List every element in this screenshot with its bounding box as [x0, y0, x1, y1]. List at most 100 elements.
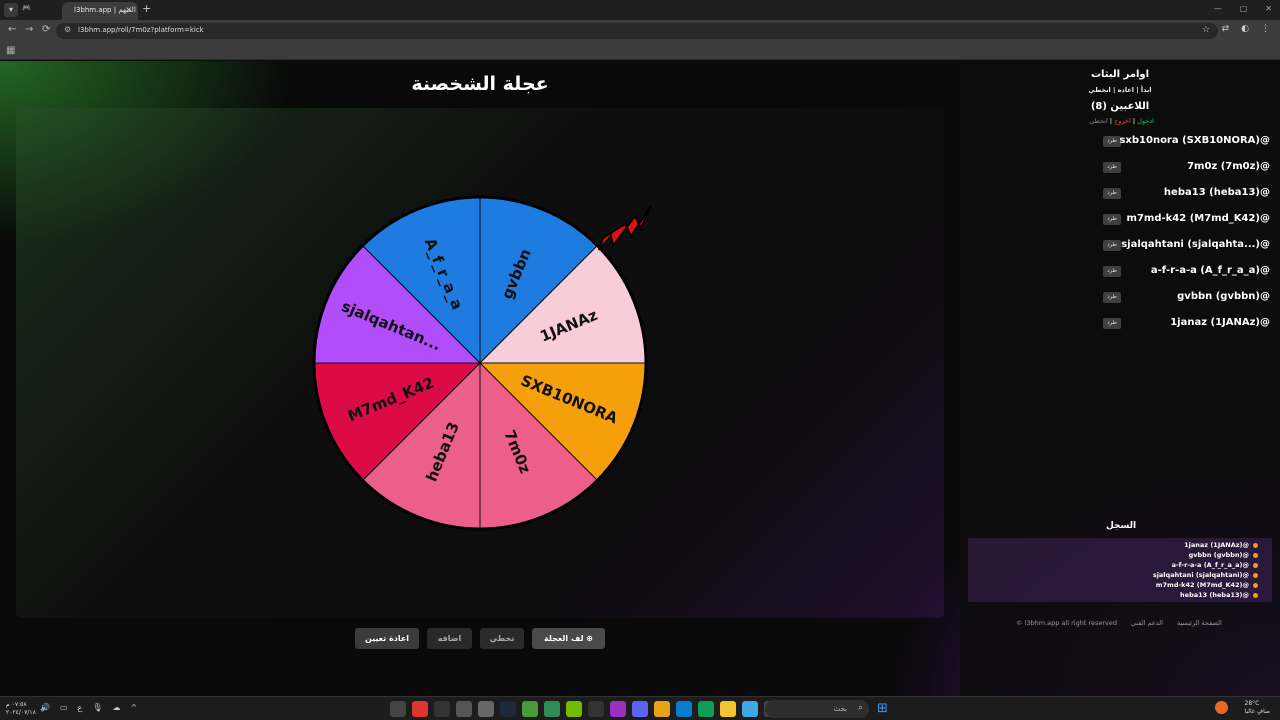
menu-icon[interactable]: ⋮	[1261, 24, 1270, 34]
app-icon[interactable]	[676, 701, 692, 717]
player-name: gvbbn (gvbbn)@	[1177, 291, 1270, 302]
nvidia-icon[interactable]	[566, 701, 582, 717]
chevron-up-icon[interactable]: ^	[130, 703, 137, 712]
discord-icon[interactable]	[632, 701, 648, 717]
app-icon[interactable]	[456, 701, 472, 717]
xbox-icon[interactable]	[544, 701, 560, 717]
active-tab[interactable]: l3bhm.app | العبهم ×	[62, 2, 138, 20]
footer: الصفحة الرئيسية الدعم الفني l3bhm.app al…	[1016, 619, 1222, 627]
app-icon[interactable]	[390, 701, 406, 717]
kick-button[interactable]: طرد	[1103, 266, 1121, 277]
page-title: عجلة الشخصنة	[411, 73, 549, 95]
kick-button[interactable]: طرد	[1103, 188, 1121, 199]
clock-time: ٠٧:٥٨ م	[6, 701, 27, 708]
new-tab-button[interactable]: +	[142, 3, 151, 15]
player-name: heba13 (heba13)@	[1163, 187, 1270, 198]
player-row: طرد a-f-r-a-a (A_f_r_a_a)@	[970, 265, 1270, 279]
weather-temp: 28°C	[1244, 700, 1260, 707]
app-icon[interactable]	[742, 701, 758, 717]
taskbar-search[interactable]: بحث ⌕	[765, 700, 869, 718]
profile-icon[interactable]: ◐	[1241, 24, 1249, 34]
close-tab-icon[interactable]: ×	[125, 5, 132, 14]
taskbar-clock[interactable]: ٠٧:٥٨ م ٢٠٢٤/٠٧/١٨	[6, 701, 36, 717]
log-dot-icon	[1253, 572, 1258, 578]
join-command: ادخول	[1137, 117, 1154, 125]
player-row: طرد 1janaz (1JANAz)@	[970, 317, 1270, 331]
maximize-icon[interactable]: ▢	[1240, 4, 1248, 13]
player-row: طرد sjalqahtani (sjalqahta...)@	[970, 239, 1270, 253]
log-text: sjalqahtani (sjalqahtani)@	[1152, 571, 1249, 579]
url-field[interactable]: ⚙ l3bhm.app/roll/7m0z?platform=kick ☆	[56, 23, 1218, 39]
weather-icon[interactable]	[1215, 701, 1228, 714]
log-item: a-f-r-a-a (A_f_r_a_a)@	[1172, 561, 1258, 569]
forward-icon[interactable]: →	[25, 24, 33, 35]
app-icon[interactable]	[412, 701, 428, 717]
bookmark-star-icon[interactable]: ☆	[1202, 25, 1210, 35]
spin-button[interactable]: لف العجلة ⊕	[532, 628, 605, 649]
reset-button[interactable]: اعادة تعيين	[355, 628, 419, 649]
volume-icon[interactable]: 🔊	[40, 703, 50, 712]
log-text: 1janaz (1JANAz)@	[1184, 541, 1249, 549]
weather-desc: صافٍ غالبا	[1244, 708, 1270, 715]
log-item: heba13 (heba13)@	[1180, 591, 1258, 599]
folder-icon[interactable]	[720, 701, 736, 717]
spin-wheel[interactable]: gvbbn1JANAzSXB10NORA7m0zheba13M7md_K42sj…	[295, 188, 665, 538]
log-dot-icon	[1253, 542, 1258, 548]
leave-command: اخروج	[1114, 117, 1131, 125]
chrome-icon[interactable]	[654, 701, 670, 717]
kick-button[interactable]: طرد	[1103, 292, 1121, 303]
browser-tab-bar: ▾ 🎮 l3bhm.app | العبهم × + — ▢ ✕	[0, 0, 1280, 20]
system-tray: 🔊 ▭ ع 🎙 ☁ ^	[40, 703, 137, 712]
close-window-icon[interactable]: ✕	[1265, 4, 1272, 13]
language-indicator[interactable]: ع	[78, 703, 83, 712]
footer-support-link[interactable]: الدعم الفني	[1131, 619, 1163, 627]
player-name: 1janaz (1JANAz)@	[1170, 317, 1270, 328]
mic-icon[interactable]: 🎙	[92, 703, 102, 712]
search-icon: ⌕	[857, 703, 863, 713]
log-dot-icon	[1253, 592, 1258, 598]
site-info-icon[interactable]: ⚙	[64, 25, 71, 34]
player-row: طرد m7md-k42 (M7md_K42)@	[970, 213, 1270, 227]
player-row: طرد 7m0z (7m0z)@	[970, 161, 1270, 175]
minimize-icon[interactable]: —	[1214, 4, 1222, 13]
log-item: gvbbn (gvbbn)@	[1189, 551, 1258, 559]
log-box: 1janaz (1JANAz)@ gvbbn (gvbbn)@ a-f-r-a-a …	[968, 538, 1272, 602]
player-name: m7md-k42 (M7md_K42)@	[1126, 213, 1270, 224]
weather-widget[interactable]: 28°C صافٍ غالبا	[1245, 700, 1270, 716]
kick-button[interactable]: طرد	[1103, 240, 1121, 251]
app-icon[interactable]	[610, 701, 626, 717]
kick-button[interactable]: طرد	[1103, 162, 1121, 173]
app-icon[interactable]	[588, 701, 604, 717]
minecraft-icon[interactable]	[522, 701, 538, 717]
add-button[interactable]: اضافه	[427, 628, 472, 649]
app-icon[interactable]	[478, 701, 494, 717]
reload-icon[interactable]: ⟳	[42, 24, 50, 35]
commands-list: ابدأ | اعاده | انخطي	[1088, 86, 1152, 94]
kick-button[interactable]: طرد	[1103, 318, 1121, 329]
kick-button[interactable]: طرد	[1103, 214, 1121, 225]
start-icon[interactable]: ⊞	[877, 701, 888, 717]
skip-button[interactable]: تخطي	[480, 628, 524, 649]
steam-icon[interactable]	[500, 701, 516, 717]
cloud-icon[interactable]: ☁	[112, 703, 120, 712]
url-text: l3bhm.app/roll/7m0z?platform=kick	[78, 26, 204, 34]
app-icon[interactable]	[434, 701, 450, 717]
back-icon[interactable]: ←	[8, 24, 16, 35]
footer-home-link[interactable]: الصفحة الرئيسية	[1177, 619, 1222, 627]
commands-title: اوامر البثات	[1090, 69, 1150, 80]
taskbar-apps	[390, 701, 780, 717]
pinned-tab[interactable]: 🎮	[22, 4, 31, 12]
log-item: m7md-k42 (M7md_K42)@	[1156, 581, 1258, 589]
kick-button[interactable]: طرد	[1103, 136, 1121, 147]
display-icon[interactable]: ▭	[60, 703, 68, 712]
log-text: a-f-r-a-a (A_f_r_a_a)@	[1171, 561, 1249, 569]
footer-rights: l3bhm.app all right reserved ©	[1016, 619, 1118, 627]
log-title: السجل	[1106, 521, 1137, 531]
bookmarks-bar: ▦	[0, 42, 1280, 60]
apps-grid-icon[interactable]: ▦	[6, 45, 15, 56]
extension-icon[interactable]: ⇄	[1222, 24, 1230, 34]
player-name: a-f-r-a-a (A_f_r_a_a)@	[1150, 265, 1270, 276]
edge-icon[interactable]	[698, 701, 714, 717]
clock-date: ٢٠٢٤/٠٧/١٨	[6, 709, 36, 716]
tab-search-button[interactable]: ▾	[4, 3, 18, 17]
